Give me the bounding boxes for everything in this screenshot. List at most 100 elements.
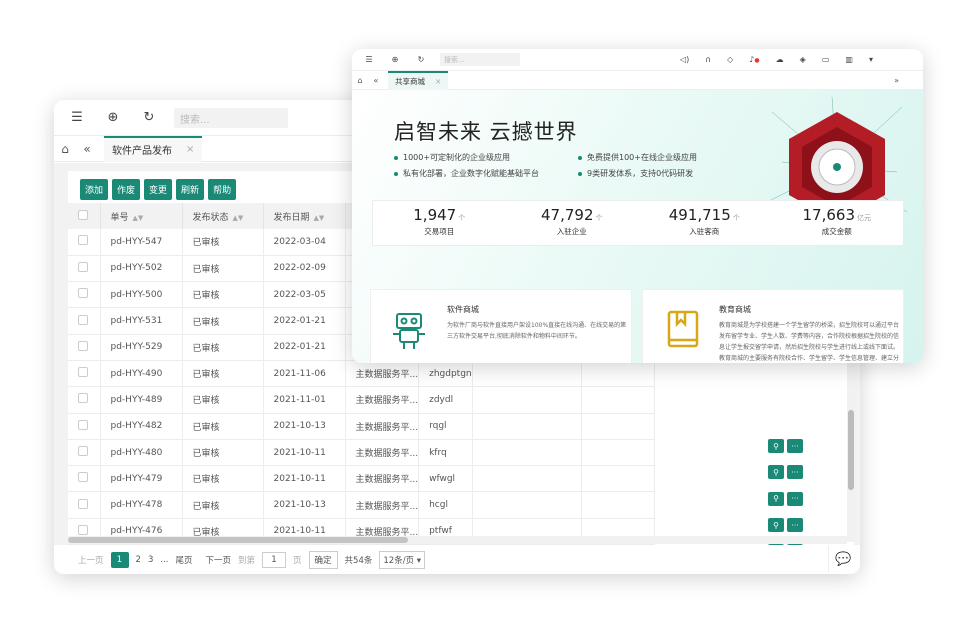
- table-cell: pd-HYY-489: [100, 386, 183, 414]
- row-checkbox[interactable]: [68, 360, 101, 388]
- tag-icon[interactable]: ◈: [800, 55, 806, 64]
- calendar-icon[interactable]: ▭: [822, 55, 830, 64]
- sort-icon: ▲▼: [132, 213, 144, 222]
- table-row[interactable]: pd-HYY-478 已审核 2021-10-13 主数据服务平... hcgl: [68, 491, 655, 519]
- sort-icon: ▲▼: [232, 213, 244, 222]
- void-button[interactable]: 作废: [112, 179, 141, 200]
- header-status[interactable]: 发布状态 ▲▼: [182, 203, 264, 229]
- table-cell: pd-HYY-531: [100, 307, 183, 335]
- shield-icon[interactable]: ◇: [727, 55, 733, 64]
- menu-icon[interactable]: ☰: [362, 55, 376, 64]
- table-cell: pd-HYY-479: [100, 465, 183, 493]
- tab-shared-mall[interactable]: 共享商城 ×: [388, 70, 449, 90]
- next-page[interactable]: 下一页: [205, 554, 231, 566]
- page-size-select[interactable]: 12条/页 ▾: [379, 551, 426, 569]
- more-icon[interactable]: ···: [787, 491, 803, 506]
- header-date[interactable]: 发布日期 ▲▼: [263, 203, 346, 229]
- menu-icon[interactable]: ☰: [66, 107, 88, 129]
- double-chevron-right-icon[interactable]: »: [894, 76, 899, 85]
- table-row[interactable]: pd-HYY-480 已审核 2021-10-11 主数据服务平... kfrq: [68, 439, 655, 467]
- double-chevron-left-icon[interactable]: «: [76, 142, 98, 156]
- row-checkbox[interactable]: [68, 229, 101, 256]
- table-row[interactable]: pd-HYY-489 已审核 2021-11-01 主数据服务平... zdydl: [68, 386, 655, 414]
- feature-card-software-mall[interactable]: 软件商城 为软件厂商与软件直接用户架设100%直接在线沟通、在线交易的第三方软件…: [370, 289, 632, 363]
- tab-software-release[interactable]: 软件产品发布 ×: [104, 135, 203, 162]
- row-checkbox[interactable]: [68, 439, 101, 467]
- row-checkbox[interactable]: [68, 386, 101, 414]
- stat-item: 47,792 个 入驻企业: [506, 201, 639, 245]
- prev-page[interactable]: 上一页: [78, 554, 104, 566]
- double-chevron-left-icon[interactable]: «: [368, 76, 384, 85]
- home-icon[interactable]: ⌂: [352, 76, 368, 85]
- add-button[interactable]: 添加: [80, 179, 109, 200]
- close-icon[interactable]: ×: [186, 144, 194, 155]
- row-checkbox[interactable]: [68, 307, 101, 335]
- table-cell: 已审核: [182, 439, 264, 467]
- table-row[interactable]: pd-HYY-490 已审核 2021-11-06 主数据服务平... zhgdptgn: [68, 360, 655, 388]
- row-checkbox[interactable]: [68, 255, 101, 283]
- page-input[interactable]: 1: [262, 552, 287, 568]
- search-icon[interactable]: ⚲: [768, 518, 784, 533]
- table-cell: pd-HYY-547: [100, 229, 183, 256]
- horizontal-scrollbar[interactable]: [68, 536, 847, 544]
- stat-label: 成交金额: [821, 227, 852, 236]
- table-cell: 2022-01-21: [263, 334, 346, 361]
- more-icon[interactable]: ···: [787, 544, 803, 545]
- refresh-button[interactable]: 刷新: [176, 179, 205, 200]
- help-button[interactable]: 帮助: [208, 179, 237, 200]
- row-checkbox[interactable]: [68, 465, 101, 493]
- table-cell: pd-HYY-480: [100, 439, 183, 467]
- table-row[interactable]: pd-HYY-482 已审核 2021-10-13 主数据服务平... rqgl: [68, 413, 655, 440]
- top-toolbar: ☰ ⊕ ↻ 搜索... ◁) ∩ ◇ ♪● ☁ ◈ ▭ ▥ ▾: [352, 49, 923, 71]
- confirm-button[interactable]: 确定: [308, 551, 338, 569]
- stat-item: 491,715 个 入驻客商: [638, 201, 771, 245]
- search-input[interactable]: 搜索...: [440, 53, 520, 66]
- select-all-checkbox[interactable]: [68, 203, 101, 229]
- tab-label: 软件产品发布: [112, 146, 172, 157]
- volume-icon[interactable]: ◁): [680, 55, 689, 64]
- table-cell: 主数据服务平...: [345, 360, 420, 388]
- search-icon[interactable]: ⚲: [768, 465, 784, 480]
- close-icon[interactable]: ×: [435, 77, 441, 86]
- last-page[interactable]: 尾页: [175, 554, 192, 566]
- feature-card-education-mall[interactable]: 教育商城 教育商城是为学校搭建一个学生留学的桥梁，招生院校可以通过平台发布留学专…: [642, 289, 904, 363]
- home-icon[interactable]: ⌂: [54, 142, 76, 156]
- hero-bullet: 1000+可定制化的企业级应用: [394, 152, 510, 163]
- page-3[interactable]: 3: [148, 555, 153, 565]
- operation-column: ⚲···⚲···⚲···⚲···⚲···⚲···: [768, 433, 828, 545]
- tab-bar: ⌂ « 共享商城 × »: [352, 70, 923, 90]
- search-icon[interactable]: ⚲: [768, 544, 784, 545]
- change-button[interactable]: 变更: [144, 179, 173, 200]
- more-icon[interactable]: ···: [787, 518, 803, 533]
- row-checkbox[interactable]: [68, 413, 101, 440]
- chat-icon[interactable]: 💬: [828, 546, 858, 572]
- row-checkbox[interactable]: [68, 334, 101, 361]
- chevron-down-icon[interactable]: ▾: [869, 55, 873, 64]
- page-2[interactable]: 2: [136, 555, 141, 565]
- table-cell: 已审核: [182, 465, 264, 493]
- more-icon[interactable]: ···: [787, 439, 803, 454]
- row-checkbox[interactable]: [68, 281, 101, 309]
- headset-icon[interactable]: ∩: [705, 55, 711, 64]
- refresh-icon[interactable]: ↻: [138, 107, 160, 129]
- header-order-no[interactable]: 单号 ▲▼: [100, 203, 183, 229]
- search-icon[interactable]: ⚲: [768, 491, 784, 506]
- row-checkbox[interactable]: [68, 491, 101, 519]
- table-cell: 2022-03-04: [263, 229, 346, 256]
- stat-label: 入驻企业: [556, 227, 587, 236]
- stat-item: 1,947 个 交易项目: [373, 201, 506, 245]
- search-input[interactable]: 搜索...: [174, 107, 288, 128]
- table-row[interactable]: pd-HYY-479 已审核 2021-10-11 主数据服务平... wfwgl: [68, 465, 655, 493]
- refresh-icon[interactable]: ↻: [414, 55, 428, 64]
- globe-icon[interactable]: ⊕: [102, 107, 124, 129]
- sort-icon: ▲▼: [313, 213, 325, 222]
- globe-icon[interactable]: ⊕: [388, 55, 402, 64]
- stat-value: 17,663: [802, 206, 856, 224]
- skin-icon[interactable]: ▥: [845, 55, 853, 64]
- cloud-icon[interactable]: ☁: [776, 55, 784, 64]
- more-icon[interactable]: ···: [787, 465, 803, 480]
- search-icon[interactable]: ⚲: [768, 439, 784, 454]
- page-1[interactable]: 1: [110, 552, 129, 568]
- page-unit: 页: [293, 556, 302, 566]
- bell-icon[interactable]: ♪●: [749, 55, 759, 64]
